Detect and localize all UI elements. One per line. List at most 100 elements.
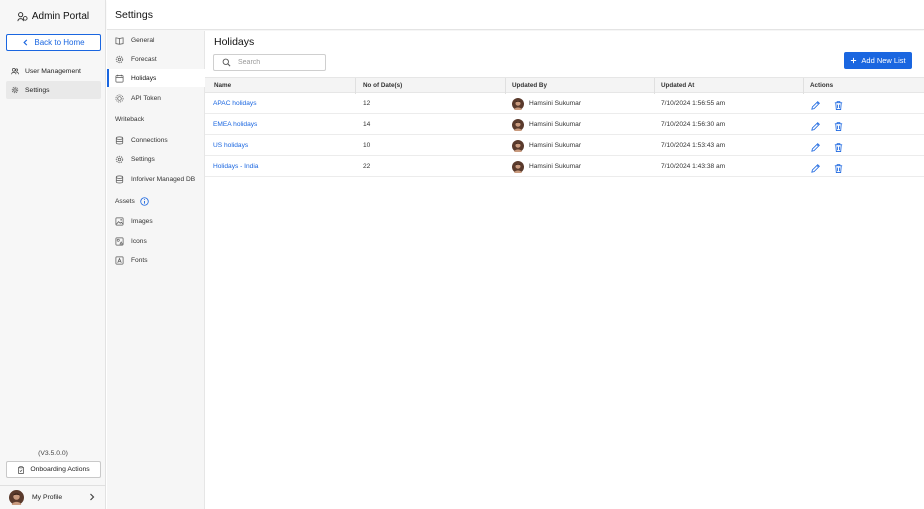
date-count: 12 (363, 100, 371, 107)
column-divider (654, 78, 655, 94)
subnav-item-api-token[interactable]: API Token (107, 89, 205, 107)
updated-at: 7/10/2024 1:43:38 am (661, 163, 726, 170)
column-header-updated-at[interactable]: Updated At (661, 78, 694, 94)
back-to-home-label: Back to Home (34, 38, 85, 47)
subnav-item-icons[interactable]: Icons (107, 232, 205, 250)
clipboard-icon (18, 465, 25, 474)
page-title: Settings (115, 9, 153, 21)
table-row: Holidays - India 22 Hamsini Sukumar 7/10… (205, 157, 924, 177)
brand: Admin Portal (0, 8, 106, 24)
holiday-list-name-link[interactable]: EMEA holidays (213, 115, 257, 135)
date-count: 22 (363, 163, 371, 170)
subnav-item-fonts[interactable]: Fonts (107, 251, 205, 269)
column-divider (355, 78, 356, 94)
image-icon (115, 217, 124, 225)
updated-by: Hamsini Sukumar (512, 157, 581, 177)
avatar (512, 161, 524, 173)
plus-icon (851, 57, 857, 64)
my-profile-label: My Profile (32, 494, 63, 501)
search-icon (222, 58, 231, 67)
updated-by-name: Hamsini Sukumar (529, 121, 582, 128)
edit-button[interactable] (810, 140, 821, 152)
main-content: Holidays Add New List Name No of Date(s)… (205, 31, 924, 509)
onboarding-actions-button[interactable]: Onboarding Actions (6, 461, 101, 478)
search-input[interactable] (238, 59, 318, 66)
column-header-count[interactable]: No of Date(s) (363, 78, 402, 94)
updated-by: Hamsini Sukumar (512, 115, 581, 135)
api-icon (115, 94, 124, 102)
avatar (512, 119, 524, 131)
updated-by: Hamsini Sukumar (512, 136, 581, 156)
users-icon (11, 68, 19, 75)
subnav-item-connections[interactable]: Connections (107, 131, 205, 149)
edit-button[interactable] (810, 161, 821, 173)
column-header-name[interactable]: Name (214, 78, 231, 94)
table-row: US holidays 10 Hamsini Sukumar 7/10/2024… (205, 136, 924, 156)
subnav-item-general[interactable]: General (107, 31, 205, 49)
edit-button[interactable] (810, 119, 821, 131)
gear-icon (115, 155, 124, 163)
app-title: Admin Portal (31, 10, 90, 22)
sidebar-item-label: User Management (25, 67, 81, 75)
table-row: EMEA holidays 14 Hamsini Sukumar 7/10/20… (205, 115, 924, 135)
delete-button[interactable] (833, 161, 844, 173)
assets-heading: Assets (115, 197, 149, 206)
column-header-actions: Actions (810, 82, 834, 89)
holiday-list-name-link[interactable]: APAC holidays (213, 94, 257, 114)
column-header-updated-by[interactable]: Updated By (512, 78, 547, 94)
app-version: (V3.5.0.0) (38, 450, 68, 457)
trash-icon (834, 101, 843, 110)
holiday-list-name-link[interactable]: Holidays - India (213, 157, 258, 177)
sidebar-item-user-management[interactable]: User Management (6, 62, 101, 80)
delete-button[interactable] (833, 98, 844, 110)
subnav-item-label: Images (131, 217, 153, 225)
avatar (512, 98, 524, 110)
subnav-item-writeback-settings[interactable]: Settings (107, 150, 205, 168)
column-divider (505, 78, 506, 94)
add-new-list-label: Add New List (861, 56, 906, 65)
app-window: Admin Portal Back to Home User Managemen… (0, 0, 924, 509)
sidebar-item-settings[interactable]: Settings (6, 81, 101, 99)
holiday-list-name-link[interactable]: US holidays (213, 136, 248, 156)
main-sidebar: Admin Portal Back to Home User Managemen… (0, 0, 106, 509)
subnav-item-images[interactable]: Images (107, 212, 205, 230)
updated-at: 7/10/2024 1:53:43 am (661, 142, 726, 149)
date-count: 10 (363, 142, 371, 149)
subnav-item-forecast[interactable]: Forecast (107, 50, 205, 68)
database-icon (115, 175, 124, 183)
search-box[interactable] (213, 54, 326, 71)
info-icon[interactable] (140, 197, 149, 206)
pencil-icon (811, 122, 820, 131)
subnav-item-label: API Token (131, 94, 161, 102)
trash-icon (834, 122, 843, 131)
trash-icon (834, 143, 843, 152)
writeback-heading: Writeback (115, 116, 144, 123)
my-profile-button[interactable]: My Profile (0, 485, 106, 509)
delete-button[interactable] (833, 140, 844, 152)
shapes-icon (115, 237, 124, 245)
font-icon (115, 256, 124, 264)
gear-icon (11, 86, 19, 94)
subnav-item-label: Settings (131, 155, 155, 163)
subnav-item-inforiver-managed-db[interactable]: Inforiver Managed DB (107, 170, 205, 188)
column-divider (803, 78, 804, 94)
table-header: Name No of Date(s) Updated By Updated At… (205, 77, 924, 94)
subnav-item-holidays[interactable]: Holidays (107, 69, 205, 87)
back-to-home-button[interactable]: Back to Home (6, 34, 101, 51)
delete-button[interactable] (833, 119, 844, 131)
subnav-item-label: Inforiver Managed DB (131, 175, 196, 183)
updated-by-name: Hamsini Sukumar (529, 100, 582, 107)
edit-button[interactable] (810, 98, 821, 110)
updated-by: Hamsini Sukumar (512, 94, 581, 114)
subnav-item-label: Holidays (131, 74, 157, 82)
subnav-item-label: Icons (131, 237, 147, 245)
avatar (512, 140, 524, 152)
book-icon (115, 36, 124, 45)
trash-icon (834, 164, 843, 173)
database-icon (115, 136, 124, 144)
holidays-title: Holidays (214, 36, 255, 48)
updated-by-name: Hamsini Sukumar (529, 142, 582, 149)
add-new-list-button[interactable]: Add New List (844, 52, 912, 69)
subnav-item-label: Connections (131, 136, 168, 144)
updated-by-name: Hamsini Sukumar (529, 163, 582, 170)
